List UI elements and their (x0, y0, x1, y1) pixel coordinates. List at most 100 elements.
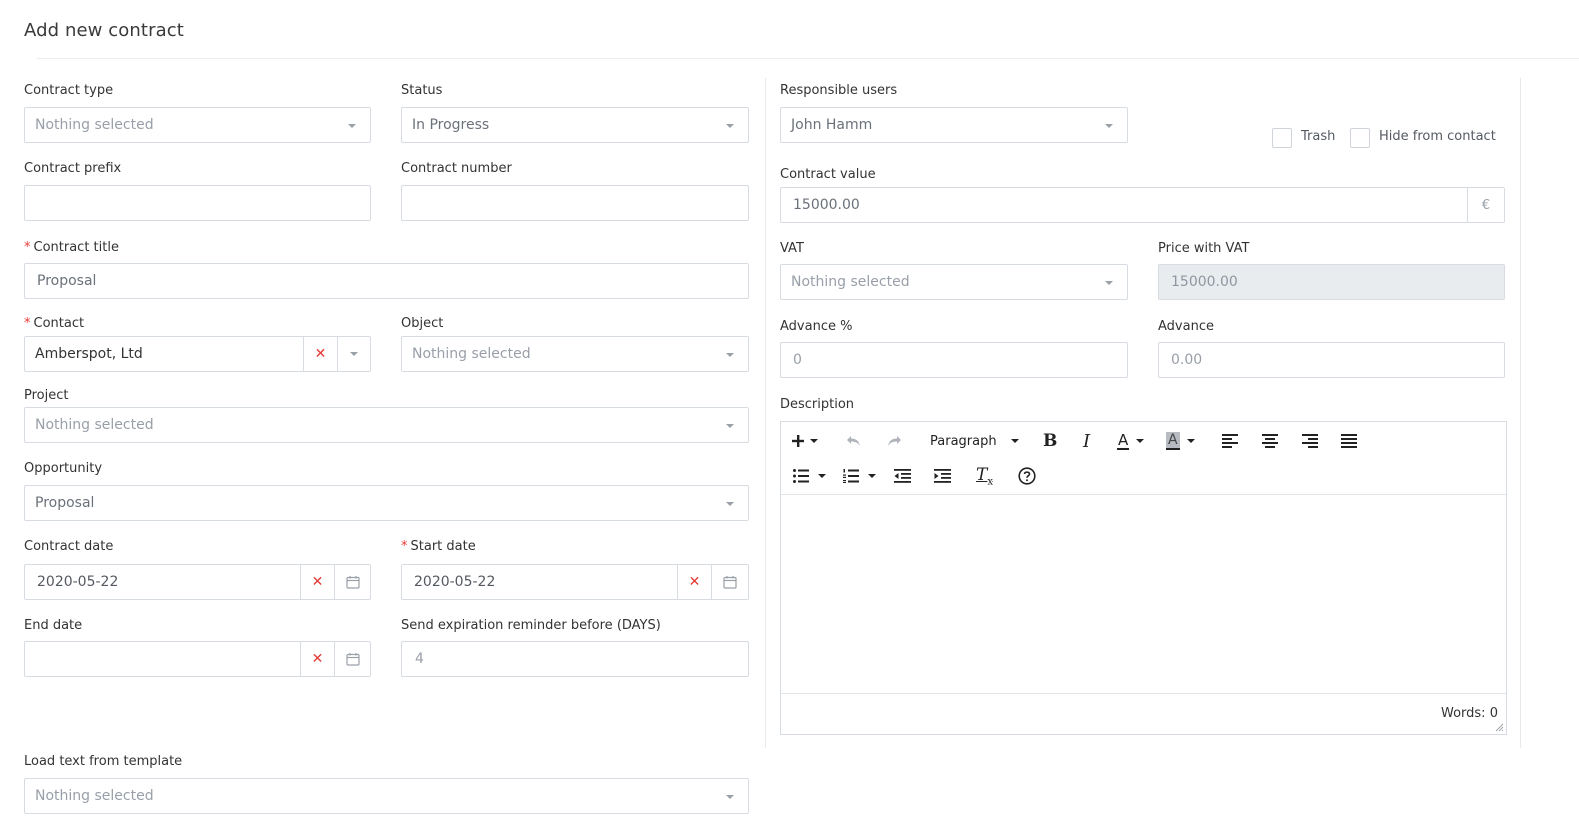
template-select[interactable]: Nothing selected (24, 778, 749, 814)
calendar-icon (345, 653, 360, 666)
project-select[interactable]: Nothing selected (24, 407, 749, 443)
background-color-button[interactable]: A (1166, 430, 1195, 452)
align-right-button[interactable] (1302, 432, 1318, 450)
responsible-users-select[interactable]: John Hamm (780, 107, 1128, 143)
start-date-calendar-button[interactable] (711, 565, 748, 599)
contract-date-value: 2020-05-22 (37, 574, 119, 590)
undo-button[interactable] (846, 430, 862, 452)
align-justify-button[interactable] (1341, 432, 1357, 450)
clear-x-icon: ✕ (311, 574, 324, 590)
contract-number-input[interactable] (401, 185, 749, 221)
hide-from-contact-label: Hide from contact (1379, 129, 1496, 144)
project-value: Nothing selected (35, 417, 154, 433)
vat-select[interactable]: Nothing selected (780, 264, 1128, 300)
chevron-down-icon (726, 124, 734, 128)
contract-date-label: Contract date (24, 539, 114, 554)
indent-button[interactable] (934, 467, 951, 485)
clear-formatting-button[interactable]: Tx (976, 465, 993, 487)
help-icon (1018, 467, 1036, 485)
paragraph-format-select[interactable]: Paragraph (930, 430, 1019, 452)
text-color-button[interactable]: A (1117, 430, 1145, 452)
column-divider (765, 78, 766, 748)
description-editor[interactable]: Paragraph B I A A Tx Words: 0 (780, 421, 1507, 735)
word-count-value: 0 (1489, 706, 1498, 721)
price-with-vat-value: 15000.00 (1171, 274, 1238, 290)
bullet-list-button[interactable] (793, 467, 826, 485)
end-date-clear-button[interactable]: ✕ (300, 642, 334, 676)
contact-select[interactable]: Amberspot, Ltd ✕ (24, 336, 371, 372)
reminder-days-value: 4 (415, 651, 424, 667)
italic-button[interactable]: I (1083, 430, 1090, 452)
numbered-list-button[interactable] (843, 467, 876, 485)
start-date-clear-button[interactable]: ✕ (677, 565, 711, 599)
contract-title-label: * Contract title (24, 240, 119, 255)
end-date-calendar-button[interactable] (334, 642, 370, 676)
clear-x-icon: ✕ (311, 651, 324, 667)
chevron-down-icon (726, 795, 734, 799)
align-left-button[interactable] (1222, 432, 1238, 450)
currency-addon: € (1467, 188, 1504, 222)
resize-handle-icon[interactable] (1494, 722, 1504, 732)
start-date-value: 2020-05-22 (414, 574, 496, 590)
contract-date-calendar-button[interactable] (334, 565, 370, 599)
status-select[interactable]: In Progress (401, 107, 749, 143)
calendar-icon (345, 576, 360, 589)
trash-checkbox[interactable] (1272, 128, 1292, 148)
contract-type-select[interactable]: Nothing selected (24, 107, 371, 143)
reminder-label: Send expiration reminder before (DAYS) (401, 618, 661, 633)
advance-value: 0.00 (1171, 352, 1203, 368)
object-select[interactable]: Nothing selected (401, 336, 749, 372)
contract-prefix-input[interactable] (24, 185, 371, 221)
template-value: Nothing selected (35, 788, 154, 804)
indent-icon (934, 469, 951, 483)
title-divider (37, 58, 1579, 59)
bold-button[interactable]: B (1043, 430, 1057, 452)
contract-prefix-label: Contract prefix (24, 161, 122, 176)
vat-label: VAT (780, 241, 804, 256)
contract-value-value: 15000.00 (793, 197, 860, 213)
reminder-days-input[interactable]: 4 (401, 641, 749, 677)
contact-clear-button[interactable]: ✕ (303, 337, 337, 371)
required-mark: * (24, 240, 31, 255)
contract-type-label: Contract type (24, 83, 114, 98)
chevron-down-icon (726, 424, 734, 428)
advance-input[interactable]: 0.00 (1158, 342, 1505, 378)
trash-label: Trash (1301, 129, 1336, 144)
contract-value-label: Contract value (780, 167, 876, 182)
contact-dropdown-toggle[interactable] (337, 337, 370, 371)
opportunity-select[interactable]: Proposal (24, 485, 749, 521)
hide-from-contact-checkbox[interactable] (1350, 128, 1370, 148)
start-date-label: * Start date (401, 539, 476, 554)
clear-x-icon: ✕ (688, 574, 701, 590)
price-with-vat-input: 15000.00 (1158, 264, 1505, 300)
contract-value-input[interactable]: 15000.00 € (780, 187, 1505, 223)
help-button[interactable] (1018, 467, 1036, 485)
opportunity-label: Opportunity (24, 461, 103, 476)
end-date-input[interactable]: ✕ (24, 641, 371, 677)
advance-percent-input[interactable]: 0 (780, 342, 1128, 378)
chevron-down-icon (348, 124, 356, 128)
insert-menu-button[interactable] (791, 430, 818, 452)
contract-date-input[interactable]: 2020-05-22 ✕ (24, 564, 371, 600)
align-center-button[interactable] (1262, 432, 1278, 450)
italic-icon: I (1083, 430, 1091, 452)
required-mark: * (401, 539, 408, 554)
word-count-label: Words: (1441, 706, 1486, 721)
contract-title-input[interactable]: Proposal (24, 263, 749, 299)
advance-percent-value: 0 (793, 352, 802, 368)
contract-date-clear-button[interactable]: ✕ (300, 565, 334, 599)
end-date-label: End date (24, 618, 83, 633)
outdent-button[interactable] (894, 467, 911, 485)
contract-type-value: Nothing selected (35, 117, 154, 133)
price-with-vat-label: Price with VAT (1158, 241, 1250, 256)
chevron-down-icon (1105, 124, 1113, 128)
clear-formatting-icon: Tx (976, 464, 993, 488)
template-label: Load text from template (24, 754, 183, 769)
vat-value: Nothing selected (791, 274, 910, 290)
start-date-label-text: Start date (410, 539, 476, 554)
align-left-icon (1222, 434, 1238, 448)
redo-button[interactable] (886, 430, 902, 452)
start-date-input[interactable]: 2020-05-22 ✕ (401, 564, 749, 600)
outdent-icon (894, 469, 911, 483)
page-title: Add new contract (24, 20, 184, 41)
